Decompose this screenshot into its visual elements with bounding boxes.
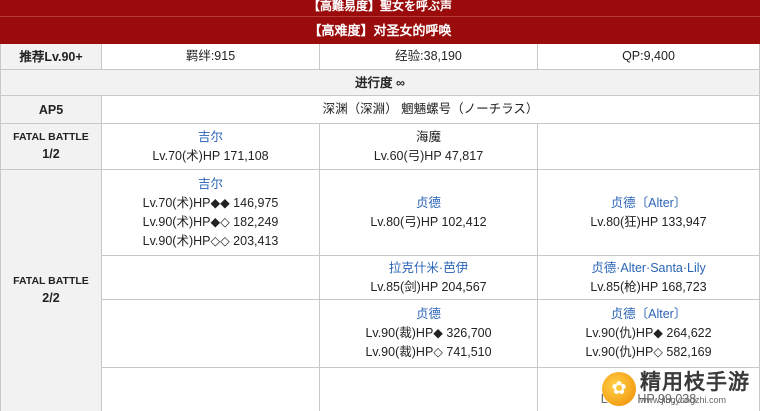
battle-1-enemy-2: 海魔 Lv.60(弓)HP 47,817 [320,124,538,170]
battle-2-empty-1 [102,256,320,300]
battle-2-label: FATAL BATTLE 2/2 [0,170,102,411]
watermark-title: 精用枝手游 [640,371,750,394]
battle-2-empty-4 [320,368,538,411]
battle-2-enemy-jeanne-santa-lily: 贞德·Alter·Santa·Lily Lv.85(枪)HP 168,723 [538,256,760,300]
enemy-name-link[interactable]: 贞德 [416,194,441,213]
enemy-name-link[interactable]: 贞德〔Alter〕 [611,194,687,213]
battle-2-enemy-jeanne-ruler: 贞德 Lv.90(裁)HP◆ 326,700 Lv.90(裁)HP◇ 741,5… [320,300,538,368]
battle-2-empty-3 [102,368,320,411]
quest-title-jp: 【高難易度】聖女を呼ぶ声 [0,0,760,16]
battle-2-enemy-lakshmi: 拉克什米·芭伊 Lv.85(剑)HP 204,567 [320,256,538,300]
quest-title-cn: 【高难度】对圣女的呼唤 [0,16,760,44]
watermark-url: www.jingyongzhi.com [640,395,727,405]
site-watermark: ✿ 精用枝手游 www.jingyongzhi.com [602,366,760,411]
ap-cost: AP5 [0,96,102,124]
exp-value: 经验:38,190 [320,44,538,70]
battle-2-enemy-gilles: 吉尔 Lv.70(术)HP◆◆ 146,975 Lv.90(术)HP◆◇ 182… [102,170,320,256]
watermark-logo-icon: ✿ [602,371,636,406]
recommend-level: 推荐Lv.90+ [0,44,102,70]
enemy-name-link[interactable]: 贞德〔Alter〕 [611,305,687,324]
progress-row: 进行度 ∞ [0,70,760,96]
quest-location: 深渊（深淵） 魍魎螺号（ノーチラス） [102,96,760,124]
battle-1-enemy-1: 吉尔 Lv.70(术)HP 171,108 [102,124,320,170]
battle-1-empty [538,124,760,170]
enemy-name-link[interactable]: 贞德·Alter·Santa·Lily [591,259,706,278]
battle-2-empty-2 [102,300,320,368]
battle-1-label: FATAL BATTLE 1/2 [0,124,102,170]
enemy-name-link[interactable]: 拉克什米·芭伊 [389,259,468,278]
battle-2-enemy-jeanne-archer: 贞德 Lv.80(弓)HP 102,412 [320,170,538,256]
enemy-name-link[interactable]: 贞德 [416,305,441,324]
battle-2-enemy-jeanne-alter-avenger: 贞德〔Alter〕 Lv.90(仇)HP◆ 264,622 Lv.90(仇)HP… [538,300,760,368]
enemy-name-link[interactable]: 吉尔 [198,175,223,194]
qp-value: QP:9,400 [538,44,760,70]
battle-2-enemy-jeanne-alter-berserker: 贞德〔Alter〕 Lv.80(狂)HP 133,947 [538,170,760,256]
enemy-name-link[interactable]: 吉尔 [198,128,223,147]
bond-value: 羁绊:915 [102,44,320,70]
